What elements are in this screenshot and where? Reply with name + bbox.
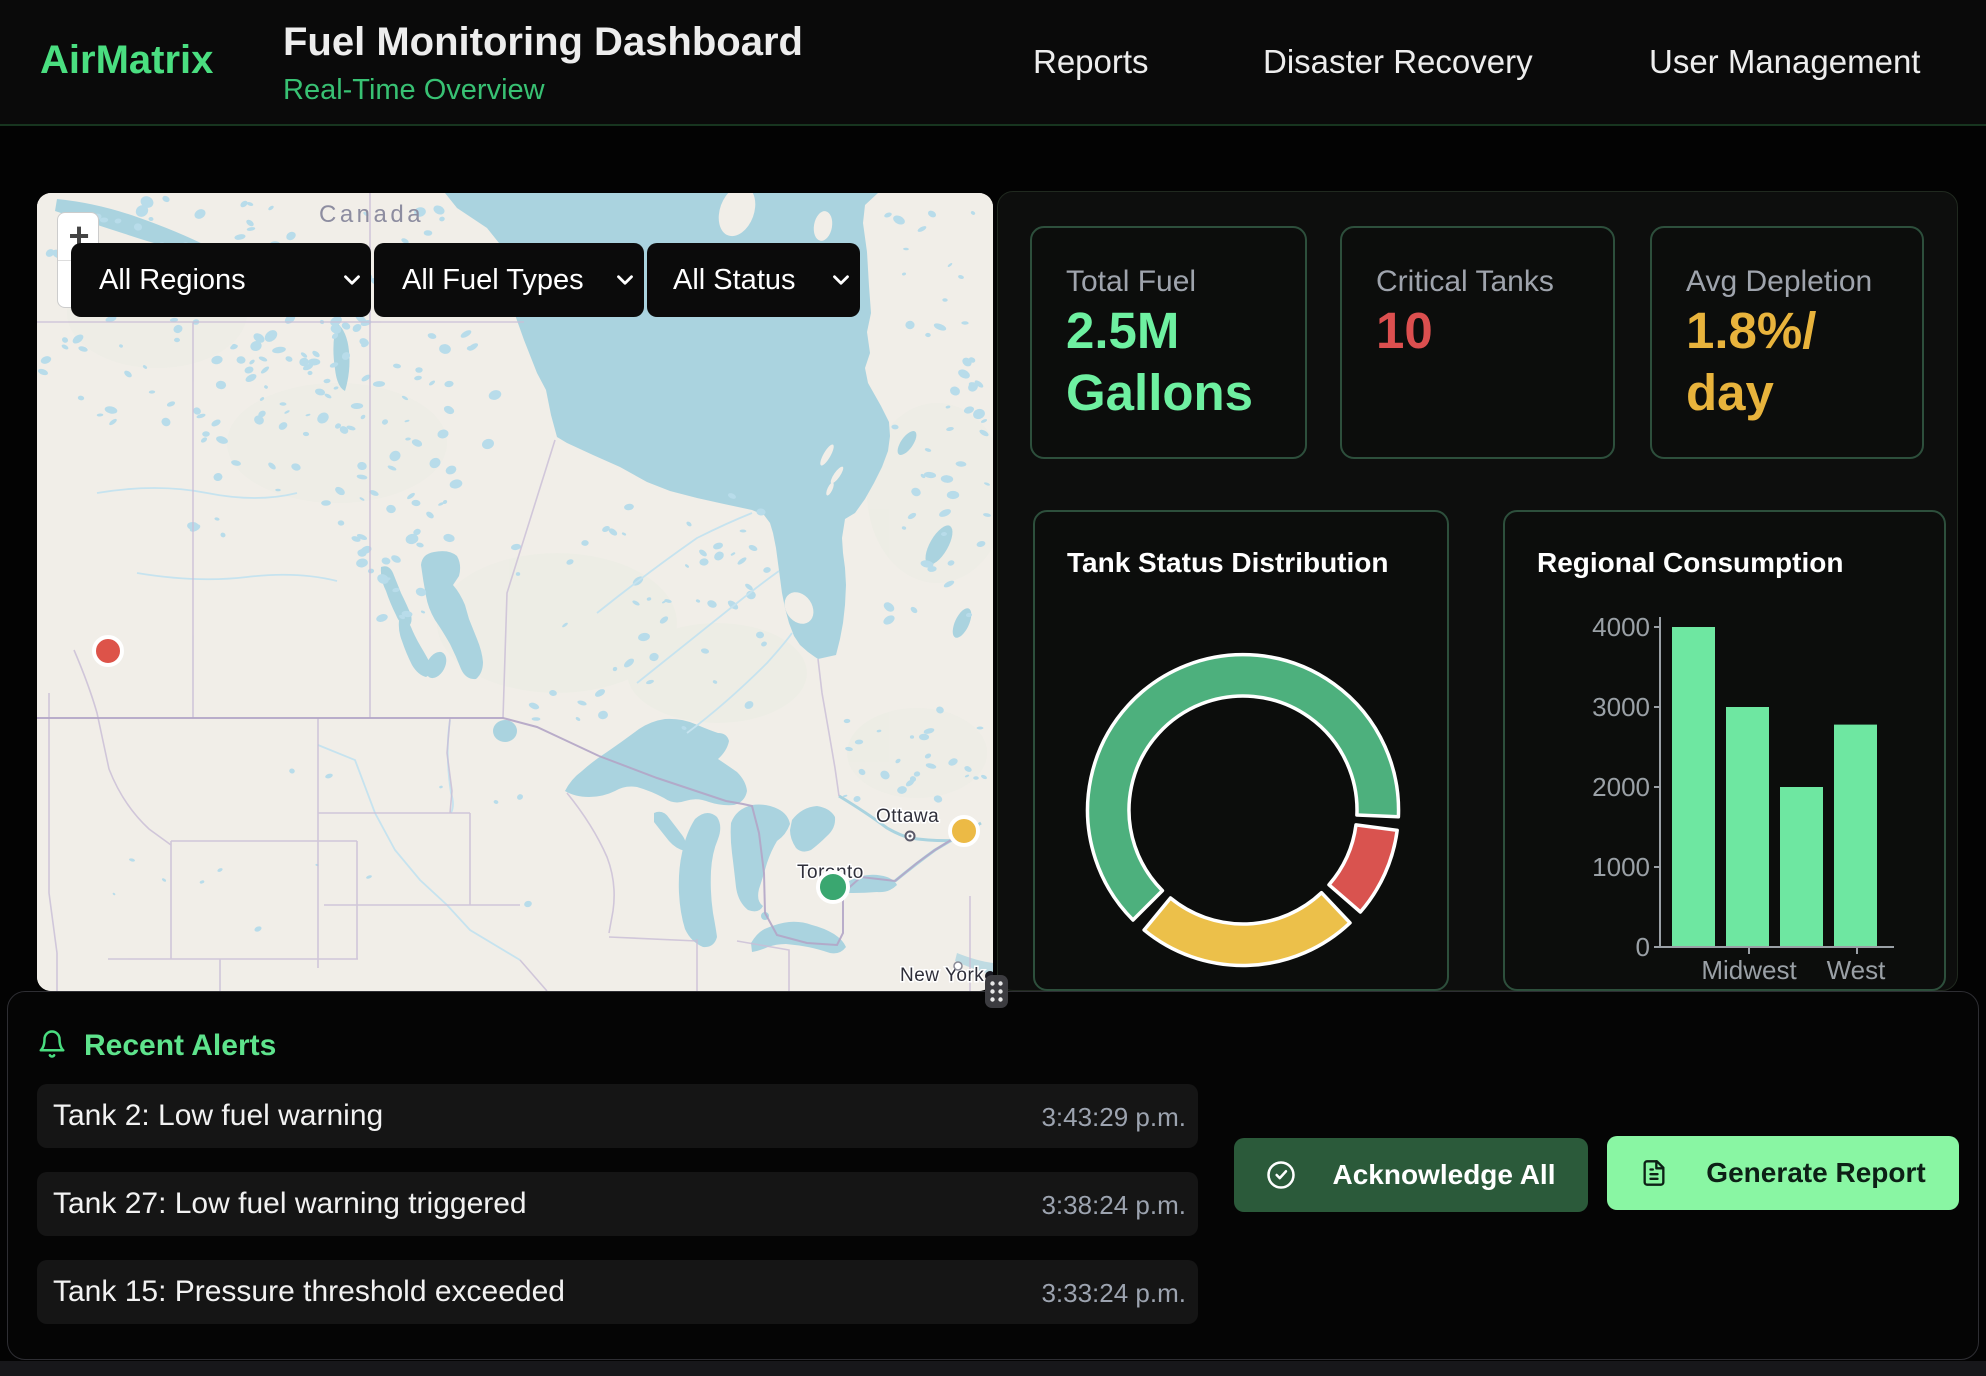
svg-text:0: 0 (1636, 932, 1650, 962)
svg-text:2000: 2000 (1592, 772, 1650, 802)
svg-text:Midwest: Midwest (1701, 955, 1797, 985)
svg-text:3000: 3000 (1592, 692, 1650, 722)
svg-text:New York: New York (900, 965, 984, 986)
svg-text:Canada: Canada (319, 201, 424, 228)
svg-text:1000: 1000 (1592, 852, 1650, 882)
svg-text:4000: 4000 (1592, 612, 1650, 642)
svg-text:West: West (1827, 955, 1887, 985)
svg-text:Ottawa: Ottawa (876, 806, 939, 827)
